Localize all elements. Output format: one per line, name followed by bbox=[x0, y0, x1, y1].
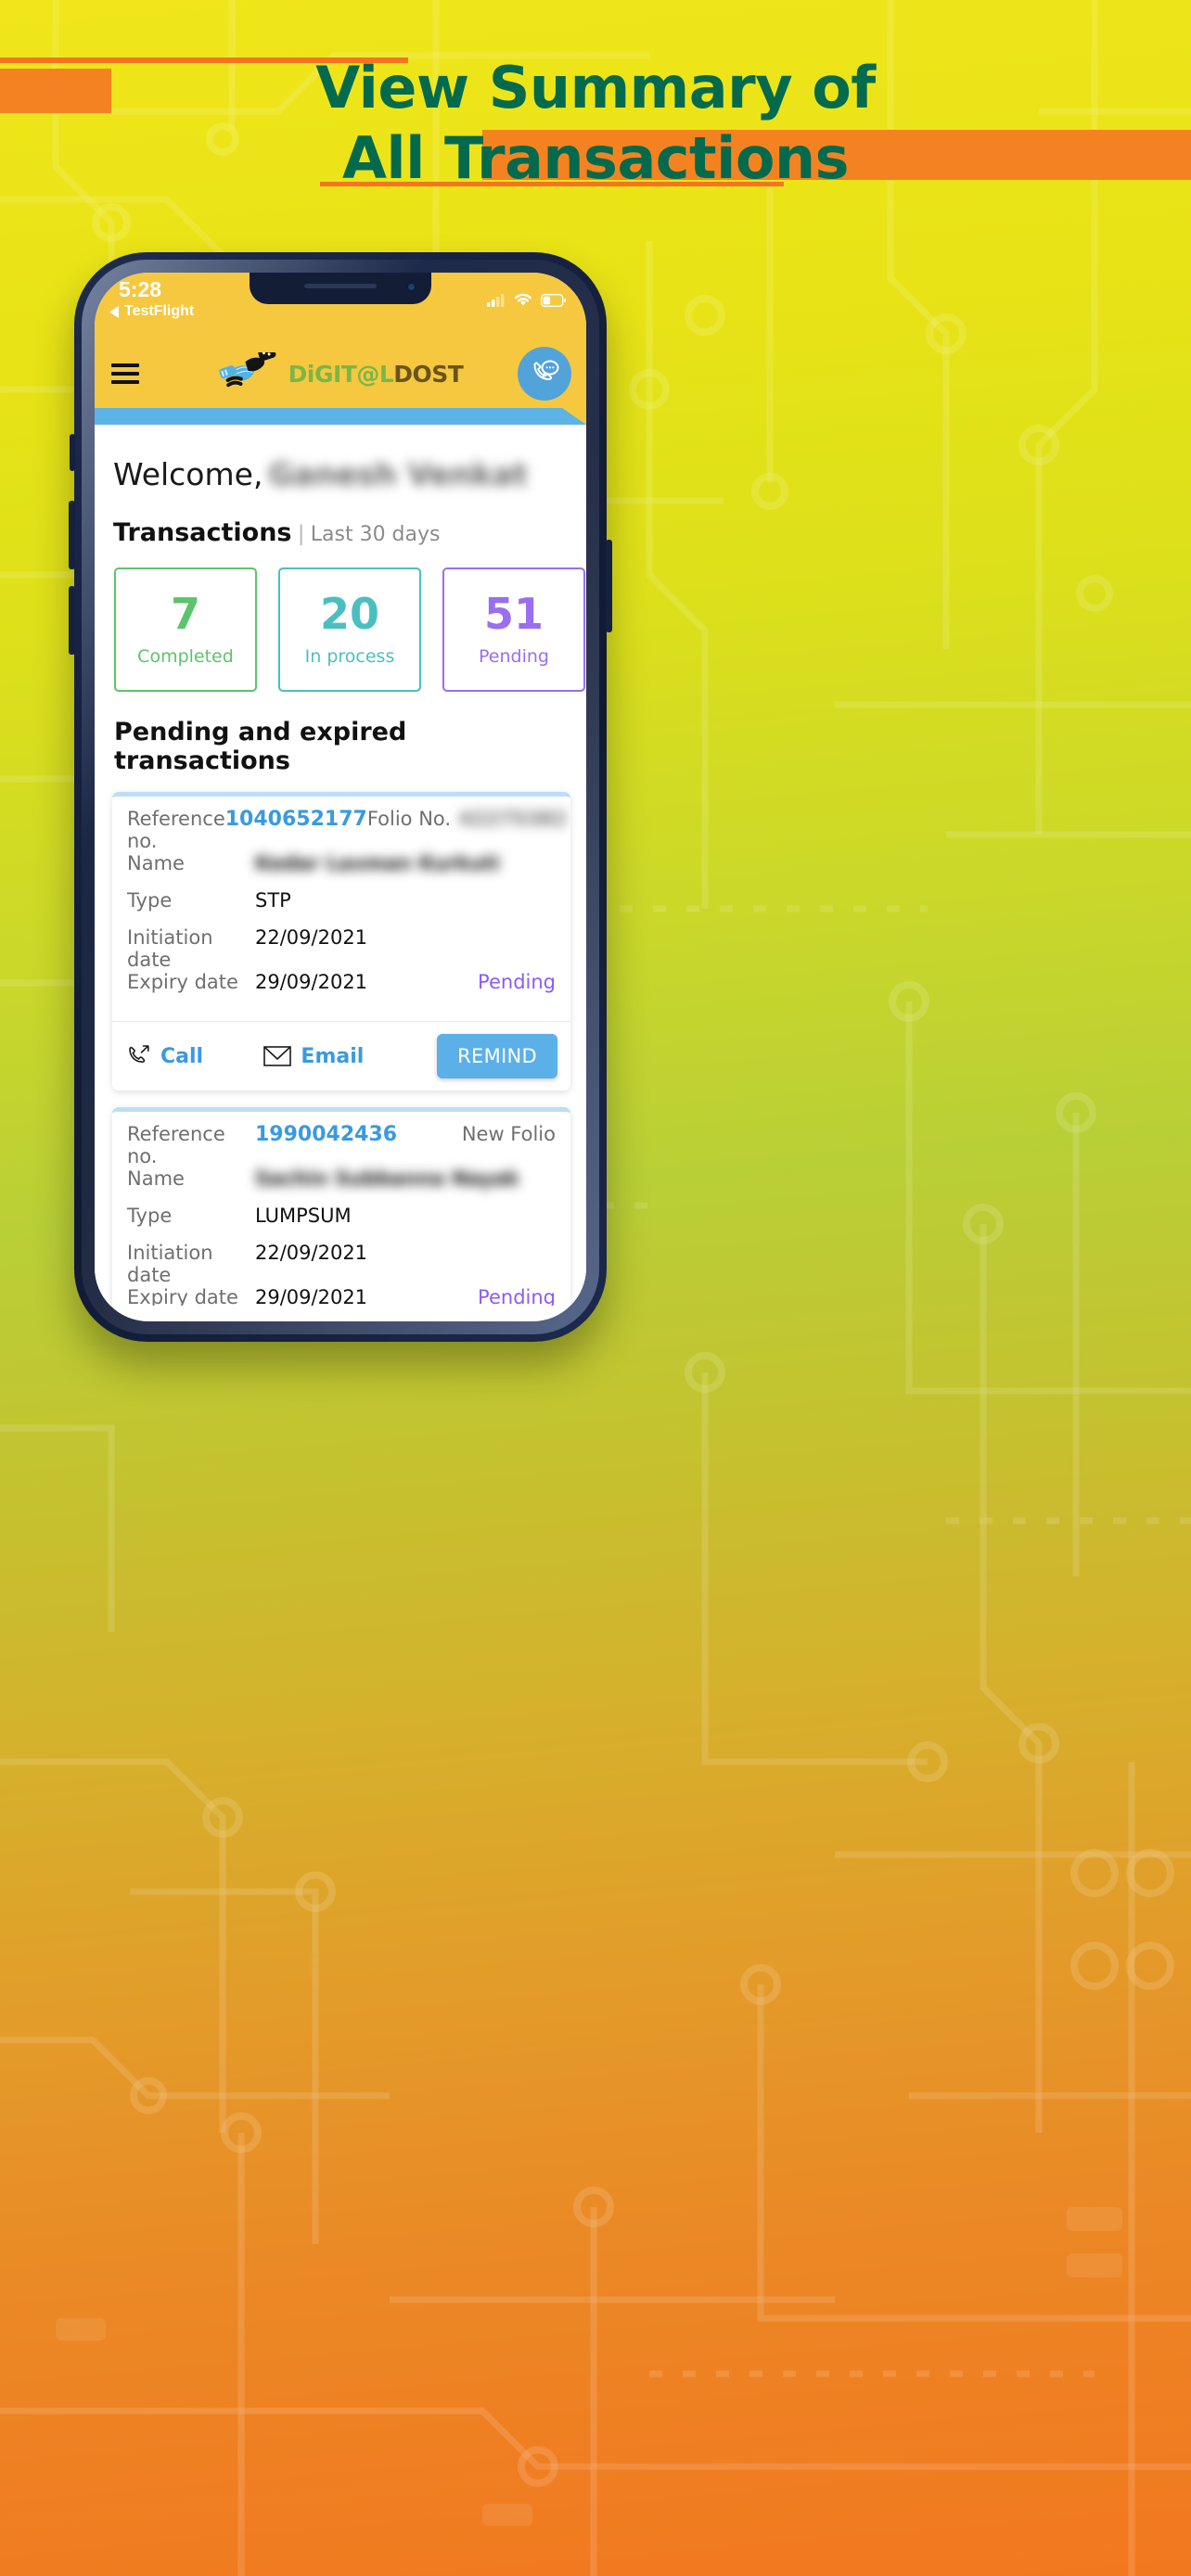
phone-mute-switch[interactable] bbox=[70, 434, 75, 471]
phone-chat-glyph-icon bbox=[533, 360, 559, 381]
label-reference: Reference no. bbox=[127, 1123, 225, 1167]
call-action-label: Call bbox=[160, 1044, 204, 1068]
transaction-card[interactable]: Reference no. 1990042436 New Folio Name … bbox=[112, 1107, 570, 1306]
phone-volume-down-button[interactable] bbox=[69, 586, 75, 655]
label-name: Name bbox=[127, 1167, 185, 1190]
transaction-card[interactable]: Reference no. 1040652177 Folio No. 42275… bbox=[112, 792, 570, 1090]
stat-card-pending[interactable]: 51 Pending bbox=[442, 567, 585, 692]
value-initiation-date: 22/09/2021 bbox=[255, 926, 368, 949]
phone-outgoing-icon bbox=[129, 1045, 149, 1064]
poster-background: View Summary of All Transactions 5:28 Te… bbox=[0, 0, 1191, 2576]
triangle-left-icon bbox=[109, 305, 119, 318]
value-reference[interactable]: 1040652177 bbox=[225, 808, 367, 831]
label-reference: Reference no. bbox=[127, 808, 225, 852]
cellular-signal-icon bbox=[487, 294, 505, 307]
value-expiry-date: 29/09/2021 bbox=[255, 1286, 368, 1306]
status-badge: Pending bbox=[478, 971, 556, 993]
row-expiry-date: Expiry date 29/09/2021 Pending bbox=[127, 1286, 556, 1306]
row-type: Type STP bbox=[127, 889, 556, 926]
transaction-card-actions: Call Email REMIND bbox=[112, 1021, 570, 1090]
front-camera-icon bbox=[406, 282, 416, 292]
phone-chat-support-icon[interactable] bbox=[518, 347, 571, 401]
status-badge: Pending bbox=[478, 1286, 556, 1306]
back-to-testflight-link[interactable]: TestFlight bbox=[109, 303, 194, 320]
transactions-separator: | bbox=[298, 521, 304, 546]
value-reference[interactable]: 1990042436 bbox=[255, 1123, 462, 1146]
welcome-user-name: Ganesh Venkat bbox=[268, 456, 528, 492]
headline-line-2: All Transactions bbox=[341, 124, 850, 192]
label-type: Type bbox=[127, 889, 173, 912]
earpiece-speaker bbox=[304, 284, 377, 288]
poster-headline: View Summary of All Transactions bbox=[0, 54, 1191, 193]
app-logo: DiGIT@LDOST bbox=[218, 352, 464, 395]
transaction-card-body: Reference no. 1040652177 Folio No. 42275… bbox=[112, 797, 570, 1021]
transaction-stats-row: 7 Completed 20 In process 51 Pending bbox=[95, 547, 586, 692]
wifi-icon bbox=[515, 293, 531, 306]
value-folio: New Folio bbox=[461, 1123, 556, 1145]
logo-text-secondary: DOST bbox=[393, 360, 464, 388]
email-action-label: Email bbox=[301, 1044, 365, 1068]
row-reference: Reference no. 1040652177 Folio No. 42275… bbox=[127, 808, 567, 852]
row-reference: Reference no. 1990042436 New Folio bbox=[127, 1123, 556, 1167]
label-name: Name bbox=[127, 852, 185, 874]
header-blue-divider bbox=[95, 408, 586, 425]
row-name: Name Sachin Subbanna Nayak bbox=[127, 1167, 556, 1205]
email-action[interactable]: Email bbox=[263, 1045, 437, 1068]
phone-power-button[interactable] bbox=[606, 540, 612, 632]
row-name: Name Kedar Laxman Kurkuti bbox=[127, 852, 556, 889]
value-expiry-date: 29/09/2021 bbox=[255, 971, 368, 993]
back-link-label: TestFlight bbox=[124, 303, 195, 319]
transactions-title: Transactions bbox=[113, 518, 292, 547]
label-initiation-date: Initiation date bbox=[127, 926, 213, 971]
row-type: Type LUMPSUM bbox=[127, 1205, 556, 1242]
main-content: Welcome, Ganesh Venkat Transactions | La… bbox=[95, 425, 586, 1306]
headline-line-1: View Summary of bbox=[315, 54, 876, 121]
app-header-bar: DiGIT@LDOST bbox=[95, 339, 586, 408]
pending-section-title: Pending and expired transactions bbox=[114, 718, 407, 775]
row-initiation-date: Initiation date 22/09/2021 bbox=[127, 1242, 556, 1286]
stat-count-in-process: 20 bbox=[319, 589, 379, 639]
phone-screen: 5:28 TestFlight DiGIT@LDOST Welcome, Gan… bbox=[95, 273, 586, 1321]
value-name: Kedar Laxman Kurkuti bbox=[255, 852, 500, 874]
value-folio: 42275382 bbox=[458, 808, 567, 830]
value-name: Sachin Subbanna Nayak bbox=[255, 1167, 519, 1190]
value-type: STP bbox=[255, 889, 291, 912]
ios-status-bar: 5:28 TestFlight bbox=[95, 273, 586, 339]
phone-volume-up-button[interactable] bbox=[69, 501, 75, 569]
stat-label-pending: Pending bbox=[479, 646, 549, 667]
welcome-greeting: Welcome, Ganesh Venkat bbox=[95, 425, 586, 492]
label-folio: Folio No. bbox=[366, 808, 452, 830]
transactions-period: Last 30 days bbox=[310, 523, 441, 546]
label-expiry-date: Expiry date bbox=[127, 1286, 238, 1306]
label-initiation-date: Initiation date bbox=[127, 1242, 213, 1286]
status-bar-indicators bbox=[487, 293, 566, 307]
phone-notch bbox=[250, 273, 431, 304]
logo-text-primary: DiGIT@L bbox=[288, 360, 394, 388]
stat-label-completed: Completed bbox=[137, 646, 234, 667]
app-logo-text: DiGIT@LDOST bbox=[288, 361, 464, 388]
remind-button[interactable]: REMIND bbox=[437, 1034, 557, 1078]
call-action[interactable]: Call bbox=[127, 1044, 263, 1068]
battery-icon bbox=[541, 293, 566, 307]
handshake-logo-icon bbox=[219, 352, 276, 388]
welcome-label: Welcome, bbox=[113, 456, 263, 492]
phone-mockup: 5:28 TestFlight DiGIT@LDOST Welcome, Gan… bbox=[69, 252, 612, 1342]
value-initiation-date: 22/09/2021 bbox=[255, 1242, 368, 1264]
stat-card-in-process[interactable]: 20 In process bbox=[278, 567, 421, 692]
transaction-card-body: Reference no. 1990042436 New Folio Name … bbox=[112, 1112, 570, 1306]
envelope-icon bbox=[263, 1046, 292, 1066]
row-initiation-date: Initiation date 22/09/2021 bbox=[127, 926, 556, 971]
label-type: Type bbox=[127, 1205, 173, 1227]
row-expiry-date: Expiry date 29/09/2021 Pending bbox=[127, 971, 556, 1008]
stat-count-completed: 7 bbox=[170, 589, 200, 639]
status-bar-time: 5:28 bbox=[119, 277, 162, 301]
stat-count-pending: 51 bbox=[483, 589, 544, 639]
transactions-summary-header: Transactions | Last 30 days bbox=[95, 492, 586, 547]
stat-card-completed[interactable]: 7 Completed bbox=[114, 567, 257, 692]
stat-label-in-process: In process bbox=[304, 646, 395, 667]
label-expiry-date: Expiry date bbox=[127, 971, 238, 993]
hamburger-menu-icon[interactable] bbox=[111, 363, 139, 384]
value-type: LUMPSUM bbox=[255, 1205, 352, 1227]
